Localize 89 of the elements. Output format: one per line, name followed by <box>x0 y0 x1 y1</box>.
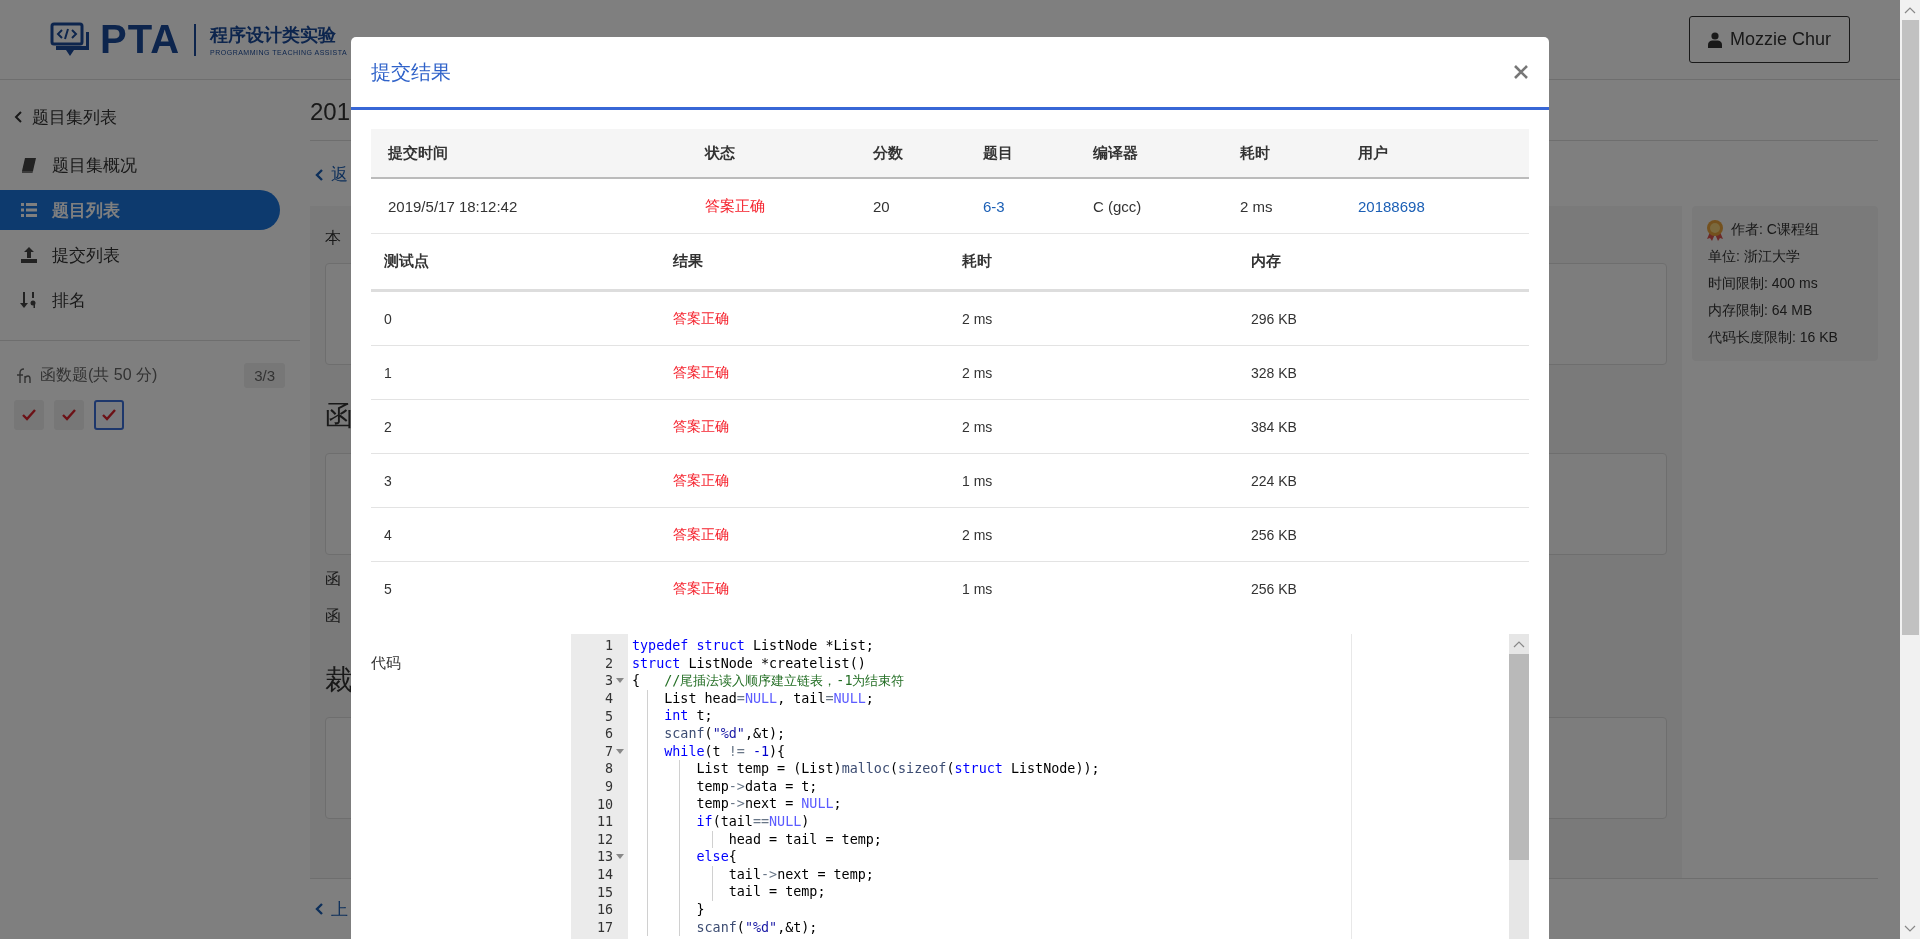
code-line: typedef struct ListNode *List; <box>632 637 874 655</box>
table-cell: 1 ms <box>962 580 993 597</box>
section-label: 本 <box>325 228 341 248</box>
table-cell: 328 KB <box>1251 364 1297 381</box>
table-cell: 384 KB <box>1251 418 1297 435</box>
line-number: 11 <box>596 814 613 830</box>
line-number: 12 <box>596 831 613 847</box>
column-header: 提交时间 <box>371 129 688 179</box>
section-label: 函 <box>325 606 341 626</box>
line-number: 3 <box>604 673 613 689</box>
status-text: 答案正确 <box>705 196 765 216</box>
table-cell: 2 <box>384 418 392 435</box>
line-number: 17 <box>596 919 613 935</box>
table-cell: 3 <box>384 472 392 489</box>
line-number: 15 <box>596 884 613 900</box>
code-line: List head=NULL, tail=NULL; <box>632 689 874 708</box>
table-cell: 1 ms <box>962 472 993 489</box>
table-cell: 1 <box>384 364 392 381</box>
status-text: 答案正确 <box>673 309 729 328</box>
column-header: 内存 <box>1238 234 1529 292</box>
column-header: 结果 <box>660 234 949 292</box>
info-text: 时间限制: 400 ms <box>1707 274 1819 293</box>
table-cell: 2 ms <box>962 526 993 543</box>
line-number: 5 <box>604 708 613 724</box>
line-number: 8 <box>604 761 613 777</box>
code-line: struct ListNode *createlist() <box>632 654 866 673</box>
line-number: 9 <box>604 779 613 795</box>
solved-count: 3/3 <box>244 363 285 388</box>
table-cell: 296 KB <box>1251 310 1297 327</box>
code-line: tail = temp; <box>632 883 826 901</box>
column-header: 测试点 <box>371 234 660 292</box>
line-number: 7 <box>604 743 613 759</box>
line-number: 16 <box>596 902 613 918</box>
code-line: { //尾插法读入顺序建立链表，-1为结束符 <box>632 672 905 690</box>
code-line: else{ <box>632 848 737 866</box>
column-header: 用户 <box>1341 129 1529 179</box>
section-label: 函 <box>325 569 341 589</box>
line-number: 4 <box>604 691 613 707</box>
status-text: 答案正确 <box>673 363 729 382</box>
section-heading: 裁 <box>325 663 353 697</box>
line-number: 2 <box>604 655 613 671</box>
status-text: 答案正确 <box>673 417 729 436</box>
line-number: 10 <box>596 796 613 812</box>
code-line: } <box>632 900 705 919</box>
column-header: 耗时 <box>949 234 1238 292</box>
table-cell: 5 <box>384 580 392 597</box>
code-label: 代码 <box>371 653 402 673</box>
code-line: List temp = (List)malloc(sizeof(struct ListNode)); <box>632 760 1100 778</box>
table-cell: 256 KB <box>1251 580 1297 597</box>
info-text: 代码长度限制: 16 KB <box>1707 328 1839 347</box>
column-header: 状态 <box>688 129 856 179</box>
table-cell: 2 ms <box>962 310 993 327</box>
table-cell: 2 ms <box>1240 197 1273 215</box>
code-line: head = tail = temp; <box>632 830 882 849</box>
code-line: scanf("%d",&t); <box>632 918 818 937</box>
line-number: 6 <box>604 726 613 742</box>
status-text: 答案正确 <box>673 579 729 598</box>
table-cell: 20 <box>873 197 890 215</box>
code-line: tail->next = temp; <box>632 865 874 884</box>
code-line: temp->data = t; <box>632 777 818 796</box>
code-line: int t; <box>632 707 713 725</box>
column-header: 编译器 <box>1076 129 1223 179</box>
line-number: 14 <box>596 867 613 882</box>
table-cell: 0 <box>384 310 392 327</box>
info-text: 内存限制: 64 MB <box>1707 301 1814 320</box>
code-line: if(tail==NULL) <box>632 812 810 831</box>
table-cell: 256 KB <box>1251 526 1297 543</box>
code-line: temp->next = NULL; <box>632 795 842 813</box>
logo-title: 程序设计类实验 <box>210 24 338 47</box>
section-title: 函数题(共 50 分) <box>40 365 159 385</box>
column-header: 分数 <box>856 129 966 179</box>
info-text: 单位: 浙江大学 <box>1707 247 1801 266</box>
table-cell: 224 KB <box>1251 472 1297 489</box>
table-cell: 2019/5/17 18:12:42 <box>388 197 518 215</box>
column-header: 题目 <box>966 129 1076 179</box>
table-cell: C (gcc) <box>1093 197 1142 215</box>
line-number: 13 <box>596 849 613 865</box>
section-heading: 函 <box>325 399 353 433</box>
table-cell: 2 ms <box>962 418 993 435</box>
table-cell: 4 <box>384 526 392 543</box>
status-text: 答案正确 <box>673 525 729 544</box>
code-line: while(t != -1){ <box>632 742 786 761</box>
table-cell: 2 ms <box>962 364 993 381</box>
logo-text: PTA <box>100 17 181 62</box>
column-header: 耗时 <box>1223 129 1341 179</box>
author-text: 作者: C课程组 <box>1731 220 1819 239</box>
line-number: 1 <box>604 638 613 654</box>
status-text: 答案正确 <box>673 471 729 490</box>
code-line: scanf("%d",&t); <box>632 724 786 743</box>
